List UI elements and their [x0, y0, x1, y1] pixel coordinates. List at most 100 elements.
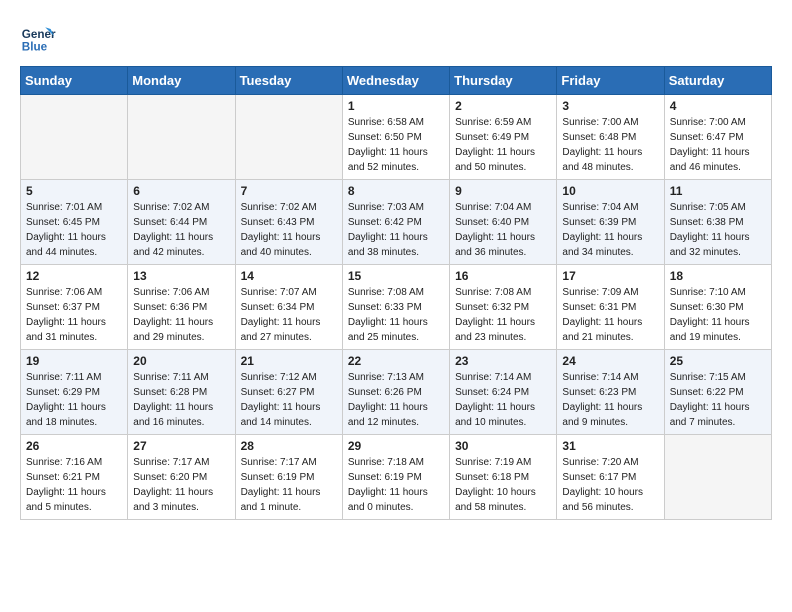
calendar-table: SundayMondayTuesdayWednesdayThursdayFrid… — [20, 66, 772, 520]
day-number: 31 — [562, 439, 658, 453]
calendar-cell: 11 Sunrise: 7:05 AMSunset: 6:38 PMDayligh… — [664, 180, 771, 265]
day-number: 28 — [241, 439, 337, 453]
calendar-cell: 18 Sunrise: 7:10 AMSunset: 6:30 PMDayligh… — [664, 265, 771, 350]
calendar-cell: 29Sunrise: 7:18 AMSunset: 6:19 PMDayligh… — [342, 435, 449, 520]
day-info: Sunrise: 7:14 AMSunset: 6:24 PMDaylight:… — [455, 370, 551, 430]
calendar-cell: 14 Sunrise: 7:07 AMSunset: 6:34 PMDayligh… — [235, 265, 342, 350]
col-header-monday: Monday — [128, 67, 235, 95]
day-info: Sunrise: 7:13 AMSunset: 6:26 PMDaylight:… — [348, 370, 444, 430]
calendar-cell: 22 Sunrise: 7:13 AMSunset: 6:26 PMDayligh… — [342, 350, 449, 435]
day-info: Sunrise: 7:05 AMSunset: 6:38 PMDaylight:… — [670, 200, 766, 260]
calendar-cell: 31 Sunrise: 7:20 AMSunset: 6:17 PMDayligh… — [557, 435, 664, 520]
col-header-saturday: Saturday — [664, 67, 771, 95]
day-number: 9 — [455, 184, 551, 198]
calendar-cell — [21, 95, 128, 180]
calendar-cell: 27 Sunrise: 7:17 AMSunset: 6:20 PMDayligh… — [128, 435, 235, 520]
day-info: Sunrise: 7:02 AMSunset: 6:43 PMDaylight:… — [241, 200, 337, 260]
calendar-cell: 21 Sunrise: 7:12 AMSunset: 6:27 PMDayligh… — [235, 350, 342, 435]
calendar-cell: 2 Sunrise: 6:59 AMSunset: 6:49 PMDaylight… — [450, 95, 557, 180]
day-info: Sunrise: 7:03 AMSunset: 6:42 PMDaylight:… — [348, 200, 444, 260]
day-info: Sunrise: 7:08 AMSunset: 6:33 PMDaylight:… — [348, 285, 444, 345]
calendar-cell: 12 Sunrise: 7:06 AMSunset: 6:37 PMDayligh… — [21, 265, 128, 350]
calendar-cell — [128, 95, 235, 180]
calendar-cell: 4Sunrise: 7:00 AMSunset: 6:47 PMDaylight… — [664, 95, 771, 180]
day-info: Sunrise: 7:20 AMSunset: 6:17 PMDaylight:… — [562, 455, 658, 515]
day-number: 3 — [562, 99, 658, 113]
day-number: 7 — [241, 184, 337, 198]
svg-text:Blue: Blue — [22, 41, 48, 54]
calendar-cell: 3 Sunrise: 7:00 AMSunset: 6:48 PMDaylight… — [557, 95, 664, 180]
day-info: Sunrise: 7:02 AMSunset: 6:44 PMDaylight:… — [133, 200, 229, 260]
day-number: 4 — [670, 99, 766, 113]
day-number: 14 — [241, 269, 337, 283]
day-number: 29 — [348, 439, 444, 453]
calendar-cell: 7 Sunrise: 7:02 AMSunset: 6:43 PMDaylight… — [235, 180, 342, 265]
day-info: Sunrise: 7:08 AMSunset: 6:32 PMDaylight:… — [455, 285, 551, 345]
col-header-sunday: Sunday — [21, 67, 128, 95]
day-info: Sunrise: 7:15 AMSunset: 6:22 PMDaylight:… — [670, 370, 766, 430]
day-number: 23 — [455, 354, 551, 368]
col-header-tuesday: Tuesday — [235, 67, 342, 95]
calendar-cell: 6 Sunrise: 7:02 AMSunset: 6:44 PMDaylight… — [128, 180, 235, 265]
calendar-cell: 23 Sunrise: 7:14 AMSunset: 6:24 PMDayligh… — [450, 350, 557, 435]
day-info: Sunrise: 7:09 AMSunset: 6:31 PMDaylight:… — [562, 285, 658, 345]
day-number: 16 — [455, 269, 551, 283]
day-info: Sunrise: 7:17 AMSunset: 6:19 PMDaylight:… — [241, 455, 337, 515]
day-number: 12 — [26, 269, 122, 283]
calendar-cell: 10 Sunrise: 7:04 AMSunset: 6:39 PMDayligh… — [557, 180, 664, 265]
day-info: Sunrise: 7:06 AMSunset: 6:36 PMDaylight:… — [133, 285, 229, 345]
day-number: 6 — [133, 184, 229, 198]
calendar-cell: 24Sunrise: 7:14 AMSunset: 6:23 PMDayligh… — [557, 350, 664, 435]
day-info: Sunrise: 7:10 AMSunset: 6:30 PMDaylight:… — [670, 285, 766, 345]
calendar-cell — [235, 95, 342, 180]
day-info: Sunrise: 7:04 AMSunset: 6:39 PMDaylight:… — [562, 200, 658, 260]
page-header: General Blue — [20, 20, 772, 56]
day-info: Sunrise: 6:58 AMSunset: 6:50 PMDaylight:… — [348, 115, 444, 175]
day-number: 19 — [26, 354, 122, 368]
calendar-cell: 25Sunrise: 7:15 AMSunset: 6:22 PMDayligh… — [664, 350, 771, 435]
day-info: Sunrise: 7:16 AMSunset: 6:21 PMDaylight:… — [26, 455, 122, 515]
day-number: 2 — [455, 99, 551, 113]
day-info: Sunrise: 7:01 AMSunset: 6:45 PMDaylight:… — [26, 200, 122, 260]
day-number: 15 — [348, 269, 444, 283]
day-number: 17 — [562, 269, 658, 283]
calendar-cell: 15 Sunrise: 7:08 AMSunset: 6:33 PMDayligh… — [342, 265, 449, 350]
day-info: Sunrise: 7:12 AMSunset: 6:27 PMDaylight:… — [241, 370, 337, 430]
day-info: Sunrise: 7:06 AMSunset: 6:37 PMDaylight:… — [26, 285, 122, 345]
day-number: 21 — [241, 354, 337, 368]
day-number: 26 — [26, 439, 122, 453]
calendar-cell: 26 Sunrise: 7:16 AMSunset: 6:21 PMDayligh… — [21, 435, 128, 520]
day-info: Sunrise: 7:11 AMSunset: 6:28 PMDaylight:… — [133, 370, 229, 430]
calendar-cell: 28 Sunrise: 7:17 AMSunset: 6:19 PMDayligh… — [235, 435, 342, 520]
day-number: 27 — [133, 439, 229, 453]
calendar-cell: 19 Sunrise: 7:11 AMSunset: 6:29 PMDayligh… — [21, 350, 128, 435]
calendar-cell: 16 Sunrise: 7:08 AMSunset: 6:32 PMDayligh… — [450, 265, 557, 350]
day-number: 1 — [348, 99, 444, 113]
day-number: 13 — [133, 269, 229, 283]
day-info: Sunrise: 6:59 AMSunset: 6:49 PMDaylight:… — [455, 115, 551, 175]
day-number: 20 — [133, 354, 229, 368]
day-number: 22 — [348, 354, 444, 368]
day-info: Sunrise: 7:04 AMSunset: 6:40 PMDaylight:… — [455, 200, 551, 260]
logo-icon: General Blue — [20, 20, 56, 56]
day-number: 10 — [562, 184, 658, 198]
day-number: 5 — [26, 184, 122, 198]
calendar-cell: 8 Sunrise: 7:03 AMSunset: 6:42 PMDaylight… — [342, 180, 449, 265]
day-info: Sunrise: 7:11 AMSunset: 6:29 PMDaylight:… — [26, 370, 122, 430]
day-number: 8 — [348, 184, 444, 198]
calendar-cell: 13 Sunrise: 7:06 AMSunset: 6:36 PMDayligh… — [128, 265, 235, 350]
calendar-cell: 5 Sunrise: 7:01 AMSunset: 6:45 PMDaylight… — [21, 180, 128, 265]
calendar-cell: 9 Sunrise: 7:04 AMSunset: 6:40 PMDaylight… — [450, 180, 557, 265]
day-number: 18 — [670, 269, 766, 283]
day-number: 30 — [455, 439, 551, 453]
logo: General Blue — [20, 20, 60, 56]
calendar-cell: 17 Sunrise: 7:09 AMSunset: 6:31 PMDayligh… — [557, 265, 664, 350]
day-info: Sunrise: 7:17 AMSunset: 6:20 PMDaylight:… — [133, 455, 229, 515]
day-info: Sunrise: 7:00 AMSunset: 6:48 PMDaylight:… — [562, 115, 658, 175]
col-header-wednesday: Wednesday — [342, 67, 449, 95]
day-info: Sunrise: 7:07 AMSunset: 6:34 PMDaylight:… — [241, 285, 337, 345]
col-header-friday: Friday — [557, 67, 664, 95]
day-info: Sunrise: 7:14 AMSunset: 6:23 PMDaylight:… — [562, 370, 658, 430]
day-number: 11 — [670, 184, 766, 198]
calendar-cell: 30Sunrise: 7:19 AMSunset: 6:18 PMDayligh… — [450, 435, 557, 520]
